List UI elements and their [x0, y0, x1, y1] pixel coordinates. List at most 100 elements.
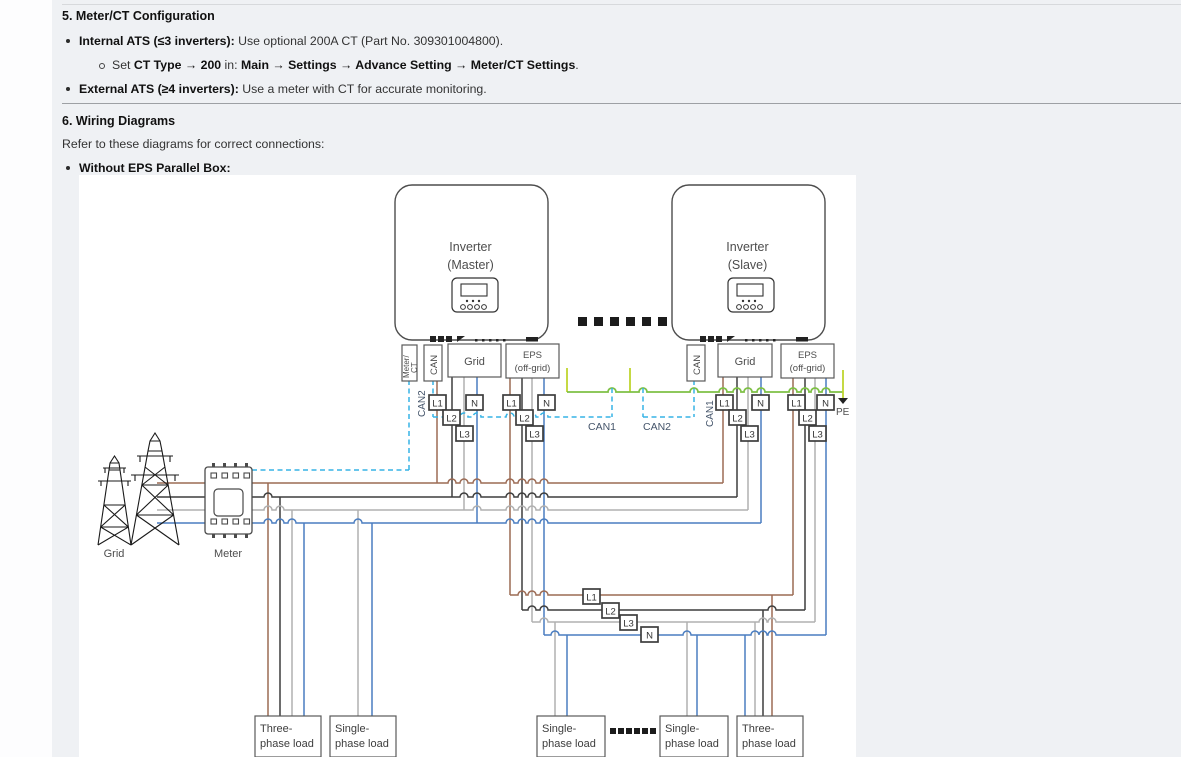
meter-tab: [245, 534, 248, 538]
meter-terminal: [211, 519, 217, 524]
dots-load: [626, 728, 632, 734]
meter-terminal: [233, 473, 239, 478]
port-eps-label: (off-grid): [790, 363, 826, 374]
eps-bus-l1-label: L1: [586, 593, 597, 604]
port-mark: [482, 339, 485, 342]
bus-n: [544, 631, 826, 635]
section-5-heading: 5. Meter/CT Configuration: [62, 9, 215, 23]
port-mark: [430, 336, 436, 342]
display-dot: [754, 300, 756, 302]
load-box: Three-phase load: [737, 716, 803, 757]
display-dot: [472, 300, 474, 302]
text-segment: External ATS (≥4 inverters):: [79, 82, 239, 96]
wiring-diagram: PECAN1CAN2CAN2CAN1GridMeterInverter(Mast…: [79, 175, 856, 757]
terminal-l1-label: L1: [791, 399, 802, 410]
load-label: phase load: [335, 738, 389, 750]
dots-inverter: [578, 317, 587, 326]
meter-tab: [212, 463, 215, 467]
display-screen: [461, 284, 487, 296]
inverter-name: Inverter: [449, 240, 491, 254]
dots-load: [610, 728, 616, 734]
meter-label: Meter: [214, 548, 242, 560]
port-mark: [766, 339, 769, 342]
text-segment: in:: [221, 58, 241, 72]
ellipsis-dots: [578, 317, 667, 734]
text-segment: CT Type → 200: [134, 58, 221, 72]
eps-bus-n-label: N: [646, 631, 653, 642]
meter-icon: [205, 463, 252, 538]
divider-middle: [62, 103, 1181, 104]
dots-inverter: [658, 317, 667, 326]
port-mark: [745, 339, 748, 342]
terminal-l2-label: L2: [446, 414, 457, 425]
load-box: Single-phase load: [537, 716, 605, 757]
port-mark: [446, 336, 452, 342]
meter-tab: [223, 534, 226, 538]
tower-large: [131, 433, 179, 545]
inverter-name: (Master): [447, 258, 494, 272]
terminal-l2-label: L2: [519, 414, 530, 425]
load-label: phase load: [260, 738, 314, 750]
meter-tab: [234, 534, 237, 538]
load-label: Three-: [742, 723, 775, 735]
dots-inverter: [642, 317, 651, 326]
text-segment: Use a meter with CT for accurate monitor…: [239, 82, 487, 96]
port-mark: [526, 337, 538, 342]
display-dot: [466, 300, 468, 302]
port-mark: [700, 336, 706, 342]
pe-bus: [567, 388, 843, 392]
terminal-n-label: N: [471, 399, 478, 410]
terminal-n-label: N: [822, 399, 829, 410]
terminal-l1-label: L1: [432, 399, 443, 410]
sub-bullet-ct-type: Set CT Type → 200 in: Main → Settings → …: [112, 58, 579, 72]
meter-screen: [214, 489, 243, 516]
can-bus-label: CAN2: [643, 421, 671, 433]
port-mark: [773, 339, 776, 342]
port-mark: [438, 336, 444, 342]
terminal-l3-label: L3: [529, 430, 540, 441]
divider-top: [62, 4, 1181, 5]
text-segment: Use optional 200A CT (Part No. 309301004…: [235, 34, 503, 48]
meter-tab: [223, 463, 226, 467]
dots-load: [650, 728, 656, 734]
eps-bus-l3-label: L3: [623, 619, 634, 630]
load-label: phase load: [742, 738, 796, 750]
load-label: Single-: [335, 723, 370, 735]
bus-l1: [510, 591, 793, 595]
load-label: Three-: [260, 723, 293, 735]
terminal-l2-label: L2: [732, 414, 743, 425]
text-segment: .: [575, 58, 578, 72]
port-mark: [489, 339, 492, 342]
bullet-icon: [66, 87, 70, 91]
port-grid-label: Grid: [735, 356, 756, 368]
inverter-name: Inverter: [726, 240, 768, 254]
port-can-label: CAN: [692, 355, 703, 375]
terminal-l3-label: L3: [812, 430, 823, 441]
text-segment: Set: [112, 58, 134, 72]
meter-tab: [245, 463, 248, 467]
dots-load: [642, 728, 648, 734]
inverter-master: Inverter (Master): [395, 185, 548, 342]
meter-terminal: [244, 519, 250, 524]
left-panel-gutter: [0, 0, 52, 757]
port-mark: [796, 337, 808, 342]
bullet-external-ats: External ATS (≥4 inverters): Use a meter…: [79, 82, 487, 96]
port-can-label: CAN: [429, 355, 440, 375]
section-6-heading: 6. Wiring Diagrams: [62, 114, 175, 128]
meter-terminal: [222, 519, 228, 524]
terminal-l3-label: L3: [459, 430, 470, 441]
meter-tab: [234, 463, 237, 467]
port-eps-label: (off-grid): [515, 363, 551, 374]
section-6-intro: Refer to these diagrams for correct conn…: [62, 137, 324, 151]
port-mark: [759, 339, 762, 342]
meter-terminal: [233, 519, 239, 524]
port-meter-ct-label: CT: [410, 362, 419, 373]
port-mark: [475, 339, 478, 342]
port-eps-label: EPS: [523, 350, 542, 361]
terminal-l2-label: L2: [802, 414, 813, 425]
bus-n: [252, 519, 761, 523]
terminal-l1-label: L1: [506, 399, 517, 410]
port-mark: [752, 339, 755, 342]
bullet-icon: [66, 166, 70, 170]
load-box: Three-phase load: [255, 716, 321, 757]
